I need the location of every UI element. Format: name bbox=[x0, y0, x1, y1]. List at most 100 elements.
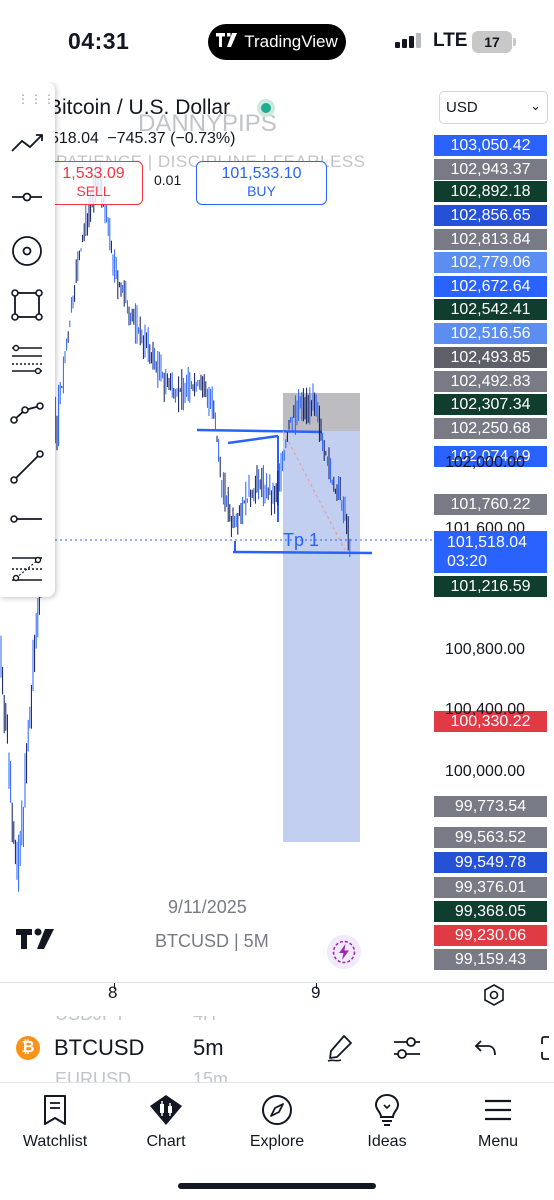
price-tag: 99,368.05 bbox=[434, 901, 547, 922]
nav-menu-label: Menu bbox=[477, 1133, 519, 1150]
battery-icon: 17 bbox=[472, 31, 516, 53]
tradingview-mini-logo-icon bbox=[216, 32, 238, 52]
price-tag: 102,542.41 bbox=[434, 299, 547, 320]
next-symbol[interactable]: EURUSD bbox=[55, 1069, 131, 1082]
price-change: −745.37 (−0.73%) bbox=[107, 130, 236, 147]
tp-label: Tp 1 bbox=[283, 530, 319, 550]
price-tag: 101,216.59 bbox=[434, 576, 547, 597]
network-type: LTE bbox=[433, 30, 468, 51]
price-tag: 99,773.54 bbox=[434, 796, 547, 817]
status-time: 04:31 bbox=[68, 28, 130, 54]
trend-angle-tool-icon[interactable] bbox=[6, 122, 48, 164]
drawing-toolbar: ⋮⋮⋮ bbox=[0, 82, 55, 597]
time-label: 8 bbox=[108, 983, 118, 1002]
buy-button[interactable]: 101,533.10 BUY bbox=[196, 161, 327, 205]
compass-icon bbox=[222, 1091, 332, 1129]
price-tag: 99,159.43 bbox=[434, 949, 547, 970]
menu-icon bbox=[443, 1091, 553, 1129]
chart-symbol-title[interactable]: Bitcoin / U.S. Dollar bbox=[48, 96, 230, 120]
lightning-icon[interactable] bbox=[327, 935, 361, 969]
price-tag: 99,230.06 bbox=[434, 925, 547, 946]
next-interval[interactable]: 15m bbox=[193, 1069, 228, 1082]
fib-retracement-tool-icon[interactable] bbox=[6, 338, 48, 380]
nav-explore[interactable]: Explore bbox=[222, 1091, 332, 1151]
nav-ideas[interactable]: Ideas bbox=[332, 1091, 442, 1151]
rectangle-tool-icon[interactable] bbox=[6, 284, 48, 326]
prev-symbol[interactable]: USDJPY bbox=[55, 1016, 126, 1025]
nav-watchlist-label: Watchlist bbox=[22, 1133, 88, 1150]
price-tag: 99,563.52 bbox=[434, 827, 547, 848]
price-tag: 103,050.42 bbox=[434, 135, 547, 156]
tradingview-logo-icon[interactable] bbox=[16, 928, 60, 955]
ohlc-legend: 518.04 −745.37 (−0.73%) bbox=[50, 130, 235, 148]
path-tool-icon[interactable] bbox=[6, 392, 48, 434]
app-pill[interactable]: TradingView bbox=[208, 24, 346, 60]
chart-area[interactable]: Tp 1 DANNYPIPS PATIENCE | DISCIPLINE | F… bbox=[0, 82, 554, 982]
pen-drawing-icon[interactable] bbox=[322, 1030, 358, 1066]
time-scale[interactable]: 8 9 bbox=[0, 982, 554, 1016]
nav-explore-label: Explore bbox=[249, 1133, 305, 1150]
home-indicator bbox=[178, 1183, 376, 1189]
prev-interval[interactable]: 4H bbox=[193, 1016, 216, 1025]
lightbulb-icon bbox=[332, 1091, 442, 1129]
price-tag: 102,250.68 bbox=[434, 418, 547, 439]
price-tag: 102,856.65 bbox=[434, 205, 547, 226]
price-tag: 101,760.22 bbox=[434, 494, 547, 515]
fib-channel-tool-icon[interactable] bbox=[6, 548, 48, 590]
chart-date-overlay: 9/11/2025 bbox=[168, 897, 247, 917]
nav-chart[interactable]: Chart bbox=[111, 1091, 221, 1151]
app-pill-label: TradingView bbox=[244, 32, 338, 51]
target-zone bbox=[283, 431, 360, 842]
nav-menu[interactable]: Menu bbox=[443, 1091, 553, 1151]
status-bar: 04:31 TradingView LTE 17 bbox=[0, 0, 554, 82]
last-value: 518.04 bbox=[50, 130, 99, 147]
price-tag: 102,943.37 bbox=[434, 159, 547, 180]
trend-line bbox=[227, 434, 279, 445]
buy-price: 101,533.10 bbox=[221, 165, 302, 182]
axis-label: 100,400.00 bbox=[445, 701, 526, 718]
circle-tool-icon[interactable] bbox=[6, 230, 48, 272]
market-open-indicator bbox=[257, 99, 275, 117]
bitcoin-icon: ₿ bbox=[16, 1036, 40, 1060]
spread-value: 0.01 bbox=[154, 172, 182, 188]
watchlist-icon bbox=[0, 1091, 110, 1129]
price-tag: 102,892.18 bbox=[434, 181, 547, 202]
sell-price: 1,533.09 bbox=[62, 165, 125, 182]
range-bottom-line bbox=[232, 550, 373, 555]
horizontal-line-tool-icon[interactable] bbox=[6, 176, 48, 218]
sell-button[interactable]: 1,533.09 SELL bbox=[44, 161, 143, 205]
price-tag: 102,813.84 bbox=[434, 229, 547, 250]
fullscreen-icon[interactable] bbox=[532, 1030, 554, 1066]
nav-watchlist[interactable]: Watchlist bbox=[0, 1091, 110, 1151]
cellular-signal-icon bbox=[395, 33, 421, 48]
price-tag: 102,492.83 bbox=[434, 371, 547, 392]
current-price-value: 101,518.04 bbox=[447, 534, 528, 551]
chart-symbol-overlay: BTCUSD | 5M bbox=[155, 931, 269, 951]
horizontal-ray-tool-icon[interactable] bbox=[6, 498, 48, 540]
price-tag: 99,376.01 bbox=[434, 877, 547, 898]
currency-select[interactable]: USD ⌄ bbox=[439, 91, 548, 124]
symbol-selector[interactable]: BTCUSD bbox=[54, 1035, 144, 1061]
interval-selector[interactable]: 5m bbox=[193, 1035, 224, 1061]
undo-icon[interactable] bbox=[468, 1030, 504, 1066]
trend-line-tool-icon[interactable] bbox=[6, 446, 48, 488]
chevron-down-icon: ⌄ bbox=[530, 98, 541, 113]
battery-level: 17 bbox=[484, 34, 500, 50]
chart-candles-icon bbox=[111, 1091, 221, 1129]
currency-value: USD bbox=[446, 99, 478, 116]
drag-handle-icon[interactable]: ⋮⋮⋮ bbox=[17, 92, 56, 106]
nav-ideas-label: Ideas bbox=[367, 1133, 407, 1150]
indicators-settings-icon[interactable] bbox=[389, 1030, 425, 1066]
axis-label: 100,000.00 bbox=[445, 763, 526, 780]
price-tag: 102,307.34 bbox=[434, 394, 547, 415]
buy-label: BUY bbox=[247, 183, 276, 199]
price-tag: 102,672.64 bbox=[434, 276, 547, 297]
price-tag: 99,549.78 bbox=[434, 852, 547, 873]
axis-label: 102,000.00 bbox=[445, 454, 526, 471]
sell-label: SELL bbox=[76, 183, 111, 199]
axis-label: 100,800.00 bbox=[445, 641, 526, 658]
chart-settings-icon[interactable] bbox=[482, 983, 506, 1012]
nav-chart-label: Chart bbox=[146, 1133, 186, 1150]
price-tag: 102,779.06 bbox=[434, 252, 547, 273]
symbol-bar: USDJPY 4H EURUSD 15m ₿ BTCUSD 5m bbox=[0, 1016, 554, 1082]
